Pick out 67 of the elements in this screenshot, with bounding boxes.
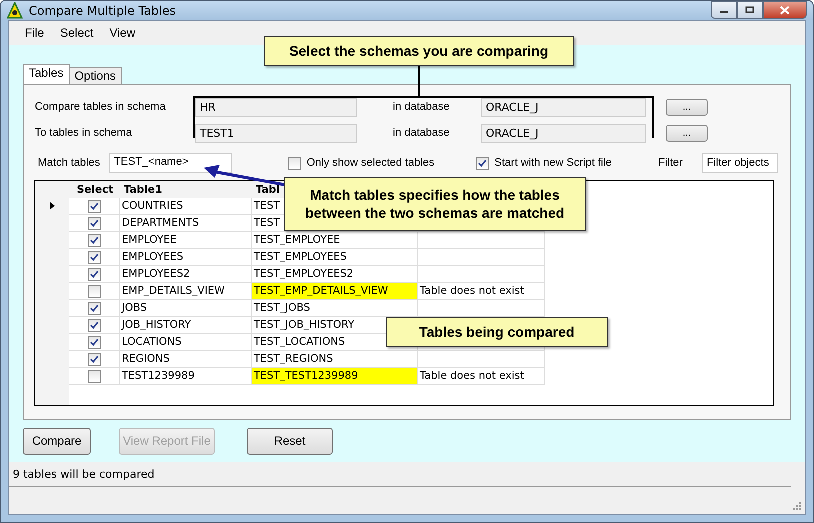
status-text: 9 tables will be compared — [12, 467, 156, 483]
menu-item[interactable]: Select — [52, 26, 102, 40]
checkbox[interactable] — [88, 352, 100, 366]
field-label: Filter — [658, 157, 684, 169]
callout: Tables being compared — [386, 317, 608, 347]
checkbox-label: Start with new Script file — [494, 157, 612, 169]
field-label: Match tables — [37, 157, 102, 169]
checkbox[interactable] — [88, 284, 100, 298]
checkbox[interactable] — [476, 156, 489, 170]
checkbox[interactable] — [88, 216, 100, 230]
checkbox[interactable] — [88, 200, 100, 212]
schema-field[interactable]: TEST1 — [195, 124, 357, 142]
browse-button[interactable]: ... — [666, 124, 708, 142]
maximize-button[interactable] — [737, 1, 763, 19]
tab[interactable]: Tables — [23, 64, 70, 84]
table-cell: Table does not exist — [418, 368, 545, 385]
table-cell: TEST1239989 — [120, 368, 252, 385]
database-field[interactable]: ORACLE_J — [481, 98, 646, 116]
browse-button[interactable]: ... — [666, 98, 708, 116]
table-cell: TEST_EMPLOYEE — [252, 232, 418, 249]
close-button[interactable] — [763, 1, 807, 19]
filter-field[interactable]: Filter objects — [702, 153, 778, 173]
checkbox[interactable] — [88, 370, 100, 382]
resize-grip-icon[interactable] — [792, 501, 802, 511]
table-cell: JOBS — [120, 300, 252, 317]
table-cell: LOCATIONS — [120, 334, 252, 351]
table-cell: COUNTRIES — [120, 198, 252, 215]
action-button[interactable]: Compare — [23, 428, 91, 454]
table-cell: Table does not exist — [418, 283, 545, 300]
checkbox-label: Only show selected tables — [306, 157, 435, 169]
table-cell: TEST_EMP_DETAILS_VIEW — [252, 283, 418, 300]
maximize-icon — [745, 6, 755, 14]
table-cell: REGIONS — [120, 351, 252, 368]
column-header: Select — [69, 181, 120, 198]
close-icon — [780, 6, 790, 14]
checkbox[interactable] — [88, 318, 100, 332]
callout: Select the schemas you are comparing — [264, 36, 574, 66]
table-cell: EMP_DETAILS_VIEW — [120, 283, 252, 300]
match-field[interactable]: TEST_<name> — [109, 153, 232, 173]
checkbox[interactable] — [288, 156, 301, 170]
table-cell: EMPLOYEES2 — [120, 266, 252, 283]
tab[interactable]: Options — [68, 67, 122, 84]
table-cell: EMPLOYEE — [120, 232, 252, 249]
checkbox[interactable] — [88, 234, 100, 246]
column-header: Table1 — [120, 181, 252, 198]
action-button[interactable]: Reset — [247, 428, 333, 454]
window-title: Compare Multiple Tables — [29, 4, 176, 18]
checkbox[interactable] — [88, 268, 100, 280]
callout: Match tables specifies how the tables between the two schemas are matched — [284, 177, 586, 231]
table-cell: TEST_EMPLOYEES — [252, 249, 418, 266]
menu-item[interactable]: View — [102, 26, 144, 40]
minimize-button[interactable] — [711, 1, 737, 19]
field-label: in database — [393, 127, 451, 139]
table-cell: DEPARTMENTS — [120, 215, 252, 232]
table-cell: TEST_TEST1239989 — [252, 368, 418, 385]
app-icon — [7, 2, 23, 20]
field-label: in database — [393, 101, 451, 113]
database-field[interactable]: ORACLE_J — [481, 124, 646, 142]
table-cell: JOB_HISTORY — [120, 317, 252, 334]
checkbox[interactable] — [88, 302, 100, 314]
field-label: To tables in schema — [35, 127, 134, 139]
schema-field[interactable]: HR — [195, 98, 357, 116]
menu-item[interactable]: File — [17, 26, 52, 40]
table-cell: EMPLOYEES — [120, 249, 252, 266]
field-label: Compare tables in schema — [35, 101, 167, 113]
checkbox[interactable] — [88, 336, 100, 348]
checkbox[interactable] — [88, 250, 100, 264]
